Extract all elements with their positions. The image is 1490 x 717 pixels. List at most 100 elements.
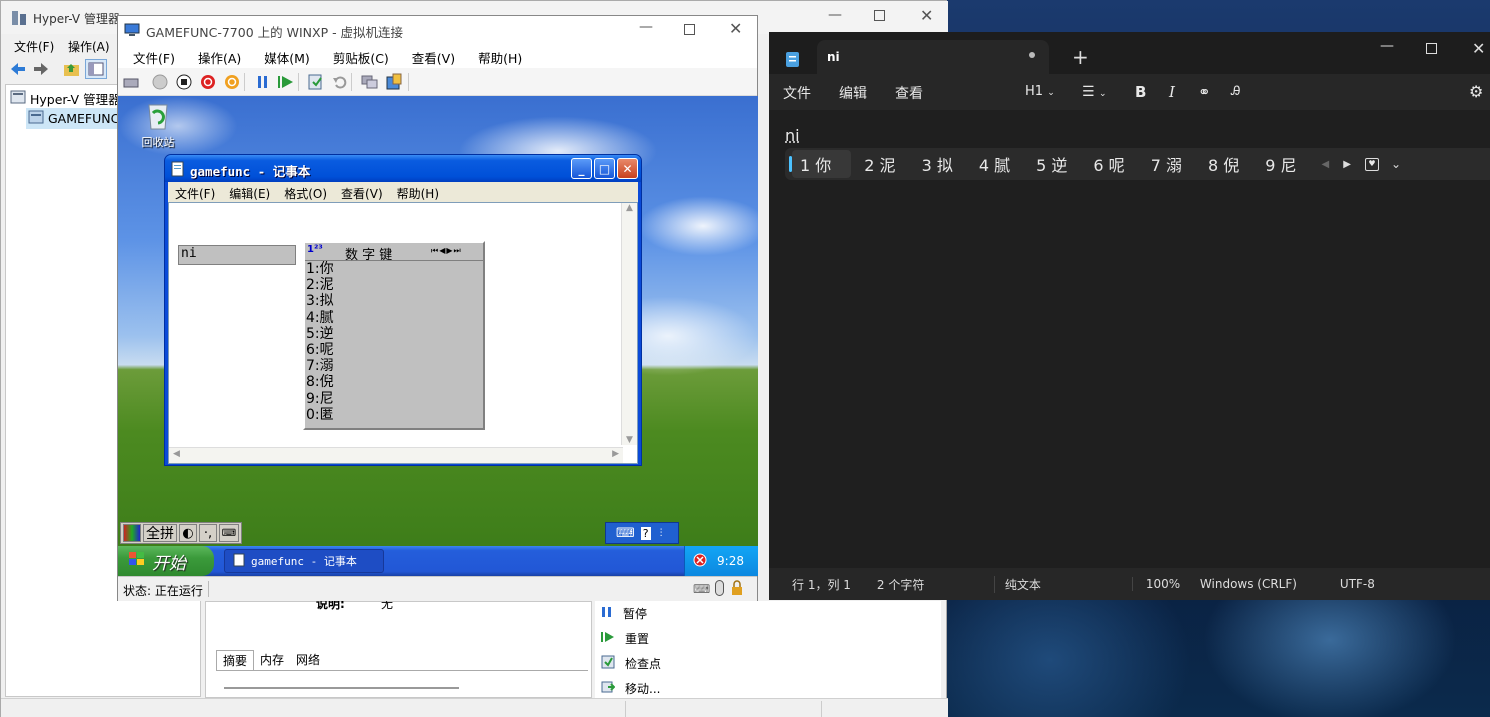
candidate-item[interactable]: 9 尼: [1252, 150, 1309, 178]
tab-summary[interactable]: 摘要: [216, 650, 254, 670]
candidate-item[interactable]: 5 逆: [1023, 150, 1080, 178]
close-icon[interactable]: ✕: [729, 19, 742, 38]
candidate-item[interactable]: 6 呢: [1080, 150, 1137, 178]
ime-candidate[interactable]: 1:你: [305, 261, 483, 277]
vm-menu-action[interactable]: 操作(A): [183, 44, 249, 68]
vm-guest-screen[interactable]: 回收站 gamefunc - 记事本 _ □ ✕ 文件(F) 编辑(E) 格式(…: [118, 96, 758, 576]
folder-up-icon[interactable]: [63, 61, 81, 80]
ime-mode-button[interactable]: 全拼: [143, 524, 177, 542]
ime-candidate[interactable]: 2:泥: [305, 277, 483, 293]
unsaved-dot-icon[interactable]: [1029, 52, 1035, 58]
ime-candidate[interactable]: 6:呢: [305, 342, 483, 358]
expand-chevron-icon[interactable]: ⌄: [1391, 157, 1401, 171]
close-icon[interactable]: ✕: [617, 158, 638, 179]
list-icon[interactable]: ☰ ⌄: [1082, 84, 1107, 100]
np-menu-file[interactable]: 文件(F): [168, 182, 222, 202]
maximize-icon[interactable]: □: [594, 158, 615, 179]
menu-file[interactable]: 文件: [783, 83, 811, 103]
candidate-item[interactable]: 1 你: [792, 150, 851, 178]
horizontal-scrollbar[interactable]: ◀ ▶: [169, 447, 623, 463]
console-tree-icon[interactable]: [85, 59, 107, 79]
ctrl-alt-del-icon[interactable]: [123, 75, 139, 92]
soft-keyboard-icon[interactable]: ⌨: [219, 524, 239, 542]
ime-page-nav-icon[interactable]: ⏮◀▶⏭: [431, 246, 462, 256]
security-alert-icon[interactable]: [693, 553, 707, 570]
save-state-icon[interactable]: [224, 74, 240, 93]
minimize-icon[interactable]: —: [828, 7, 842, 23]
settings-gear-icon[interactable]: ⚙: [1469, 82, 1483, 101]
action-checkpoint[interactable]: 检查点: [595, 651, 941, 676]
np-menu-edit[interactable]: 编辑(E): [222, 182, 277, 202]
ime-candidate[interactable]: 7:溺: [305, 358, 483, 374]
menu-edit[interactable]: 编辑: [839, 83, 867, 103]
vertical-scrollbar[interactable]: ▲ ▼: [621, 203, 637, 445]
punctuation-icon[interactable]: ·,: [199, 524, 217, 542]
ime-candidate[interactable]: 0:匿: [305, 407, 483, 423]
help-icon[interactable]: ?: [641, 527, 651, 540]
status-zoom[interactable]: 100%: [1132, 577, 1200, 591]
shutdown-icon[interactable]: [200, 74, 216, 93]
candidate-item[interactable]: 7 溺: [1138, 150, 1195, 178]
start-vm-icon[interactable]: [152, 74, 168, 93]
np-menu-format[interactable]: 格式(O): [277, 182, 334, 202]
spellcheck-icon[interactable]: Ꭿ: [1231, 84, 1240, 99]
link-icon[interactable]: ⚭: [1198, 83, 1211, 101]
ime-candidate[interactable]: 9:尼: [305, 391, 483, 407]
candidate-item[interactable]: 3 拟: [909, 150, 966, 178]
action-reset[interactable]: 重置: [595, 626, 941, 651]
vm-menu-clipboard[interactable]: 剪贴板(C): [318, 44, 397, 68]
minimize-icon[interactable]: _: [571, 158, 592, 179]
scroll-right-icon[interactable]: ▶: [612, 449, 619, 459]
forward-arrow-icon[interactable]: [32, 61, 50, 80]
recycle-bin[interactable]: 回收站: [138, 99, 178, 150]
menu-view[interactable]: 查看: [895, 83, 923, 103]
action-pause[interactable]: 暂停: [595, 601, 941, 626]
new-tab-icon[interactable]: +: [1072, 47, 1089, 67]
vm-menu-file[interactable]: 文件(F): [118, 44, 183, 68]
scroll-left-icon[interactable]: ◀: [173, 449, 180, 459]
maximize-icon[interactable]: [874, 10, 885, 21]
half-width-icon[interactable]: ◐: [179, 524, 197, 542]
start-button[interactable]: 开始: [118, 546, 214, 576]
prev-page-icon[interactable]: ◀: [1322, 159, 1330, 170]
tab-network[interactable]: 网络: [290, 650, 326, 670]
scroll-down-icon[interactable]: ▼: [622, 435, 637, 445]
taskbar-item-notepad[interactable]: gamefunc - 记事本: [224, 549, 384, 573]
ime-candidate[interactable]: 5:逆: [305, 326, 483, 342]
np-menu-view[interactable]: 查看(V): [334, 182, 390, 202]
share-icon[interactable]: [385, 73, 403, 94]
revert-icon[interactable]: [332, 74, 348, 93]
enhanced-session-icon[interactable]: [361, 74, 379, 93]
candidate-item[interactable]: 8 倪: [1195, 150, 1252, 178]
vm-menu-media[interactable]: 媒体(M): [249, 44, 318, 68]
scroll-up-icon[interactable]: ▲: [622, 203, 637, 213]
close-icon[interactable]: ✕: [920, 6, 933, 25]
back-arrow-icon[interactable]: [9, 61, 27, 80]
turn-off-icon[interactable]: [176, 74, 192, 93]
vm-menu-view[interactable]: 查看(V): [397, 44, 463, 68]
bold-icon[interactable]: B: [1135, 83, 1146, 101]
favorite-icon[interactable]: ♥: [1365, 158, 1379, 171]
tree-root[interactable]: Hyper-V 管理器: [10, 89, 121, 108]
maximize-icon[interactable]: [1426, 43, 1437, 54]
ime-candidate[interactable]: 3:拟: [305, 293, 483, 309]
pause-icon[interactable]: [256, 75, 270, 92]
options-icon[interactable]: ⋮: [657, 528, 666, 538]
minimize-icon[interactable]: —: [639, 19, 653, 35]
heading-select[interactable]: H1 ⌄: [1025, 84, 1055, 99]
notepad-editor[interactable]: ni 1 你 2 泥 3 拟 4 腻 5 逆 6 呢 7 溺 8 倪 9 尼 ◀…: [769, 110, 1490, 568]
ime-candidate[interactable]: 4:腻: [305, 310, 483, 326]
tab-memory[interactable]: 内存: [254, 650, 290, 670]
italic-icon[interactable]: I: [1169, 83, 1175, 101]
vm-menu-help[interactable]: 帮助(H): [463, 44, 530, 68]
horizontal-scrollbar[interactable]: [224, 687, 459, 689]
menu-action[interactable]: 操作(A): [68, 38, 110, 55]
checkpoint-icon[interactable]: [308, 74, 324, 93]
candidate-item[interactable]: 2 泥: [851, 150, 908, 178]
candidate-item[interactable]: 4 腻: [966, 150, 1023, 178]
minimize-icon[interactable]: —: [1380, 38, 1394, 54]
next-page-icon[interactable]: ▶: [1343, 159, 1351, 170]
keyboard-icon[interactable]: ⌨: [616, 526, 635, 541]
tab-document[interactable]: ni: [817, 40, 1049, 74]
ime-candidate[interactable]: 8:倪: [305, 374, 483, 390]
